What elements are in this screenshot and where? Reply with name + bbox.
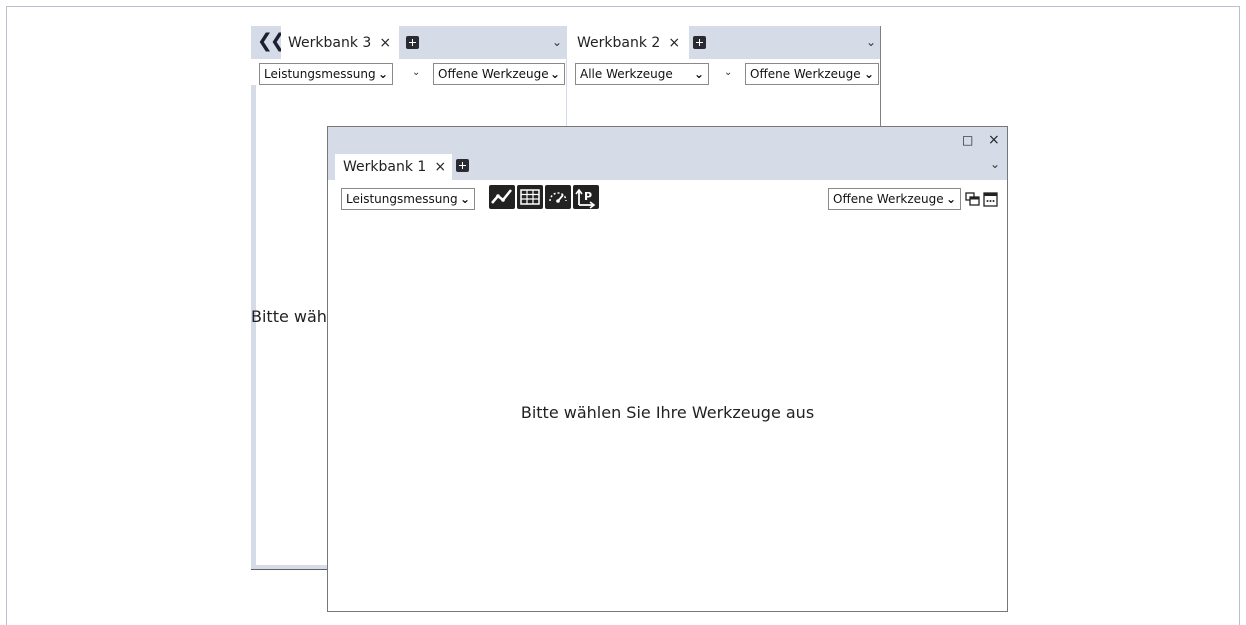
tab-werkbank-1[interactable]: Werkbank 1 ×	[335, 154, 453, 180]
pane-b-toolrow: Alle Werkzeuge ⌄ ⌄ Offene Werkzeuge ⌄	[567, 59, 880, 129]
add-tab-icon[interactable]	[456, 159, 469, 172]
open-tools-select[interactable]: Offene Werkzeuge ⌄	[745, 63, 879, 85]
add-tab-icon[interactable]	[693, 36, 706, 49]
empty-state-message: Bitte wählen Sie Ihre Werkzeuge aus	[520, 403, 815, 422]
tab-werkbank-3[interactable]: Werkbank 3 ×	[281, 26, 399, 59]
line-chart-icon[interactable]	[489, 185, 515, 209]
chevron-down-icon: ⌄	[549, 67, 560, 81]
chevron-down-icon: ⌄	[459, 192, 470, 206]
chevron-down-icon[interactable]: ⌄	[724, 67, 732, 78]
chevron-down-icon[interactable]: ⌄	[552, 35, 562, 49]
empty-state-message: Bitte wähl	[251, 307, 332, 326]
select-value: Leistungsmessung	[346, 192, 458, 206]
open-tools-select[interactable]: Offene Werkzeuge ⌄	[433, 63, 565, 85]
select-value: Offene Werkzeuge	[750, 67, 861, 81]
chevron-down-icon: ⌄	[693, 67, 704, 81]
tool-category-select[interactable]: Leistungsmessung ⌄	[341, 188, 475, 210]
tab-label: Werkbank 3	[288, 34, 372, 51]
workbench-1-window: □ × Werkbank 1 × ⌄ Leistungsmessung ⌄ P …	[327, 126, 1008, 612]
tab-label: Werkbank 1	[343, 159, 427, 175]
pivot-icon[interactable]: P	[573, 185, 599, 209]
open-tools-select[interactable]: Offene Werkzeuge ⌄	[828, 188, 961, 210]
chevron-down-icon: ⌄	[377, 67, 388, 81]
collapse-icon[interactable]: ❮❮	[257, 30, 286, 52]
add-tab-icon[interactable]	[406, 36, 419, 49]
table-icon[interactable]	[517, 185, 543, 209]
select-value: Offene Werkzeuge	[438, 67, 549, 81]
close-icon[interactable]: ×	[668, 35, 680, 51]
close-icon[interactable]: ×	[434, 159, 446, 175]
tab-werkbank-2[interactable]: Werkbank 2 ×	[567, 26, 689, 59]
chevron-down-icon: ⌄	[863, 67, 874, 81]
select-value: Offene Werkzeuge	[833, 192, 944, 206]
chevron-down-icon: ⌄	[945, 192, 956, 206]
chevron-down-icon[interactable]: ⌄	[990, 157, 1000, 171]
tab-label: Werkbank 2	[577, 34, 661, 51]
front-toolrow: Leistungsmessung ⌄ P Offene Werkzeuge ⌄	[328, 180, 1007, 214]
select-value: Leistungsmessung	[264, 67, 376, 81]
chevron-down-icon[interactable]: ⌄	[866, 35, 876, 49]
tool-category-select[interactable]: Alle Werkzeuge ⌄	[575, 63, 709, 85]
pane-a-toolrow: Leistungsmessung ⌄ ⌄ Offene Werkzeuge ⌄	[251, 59, 566, 85]
tool-category-select[interactable]: Leistungsmessung ⌄	[259, 63, 393, 85]
svg-text:P: P	[584, 190, 592, 203]
chevron-down-icon[interactable]: ⌄	[412, 67, 420, 78]
gauge-icon[interactable]	[545, 185, 571, 209]
close-icon[interactable]: ×	[379, 35, 391, 51]
cascade-windows-icon[interactable]	[965, 192, 980, 207]
select-value: Alle Werkzeuge	[580, 67, 673, 81]
maximize-icon[interactable]: □	[962, 133, 973, 147]
close-icon[interactable]: ×	[988, 132, 1000, 148]
more-options-icon[interactable]	[983, 192, 998, 207]
